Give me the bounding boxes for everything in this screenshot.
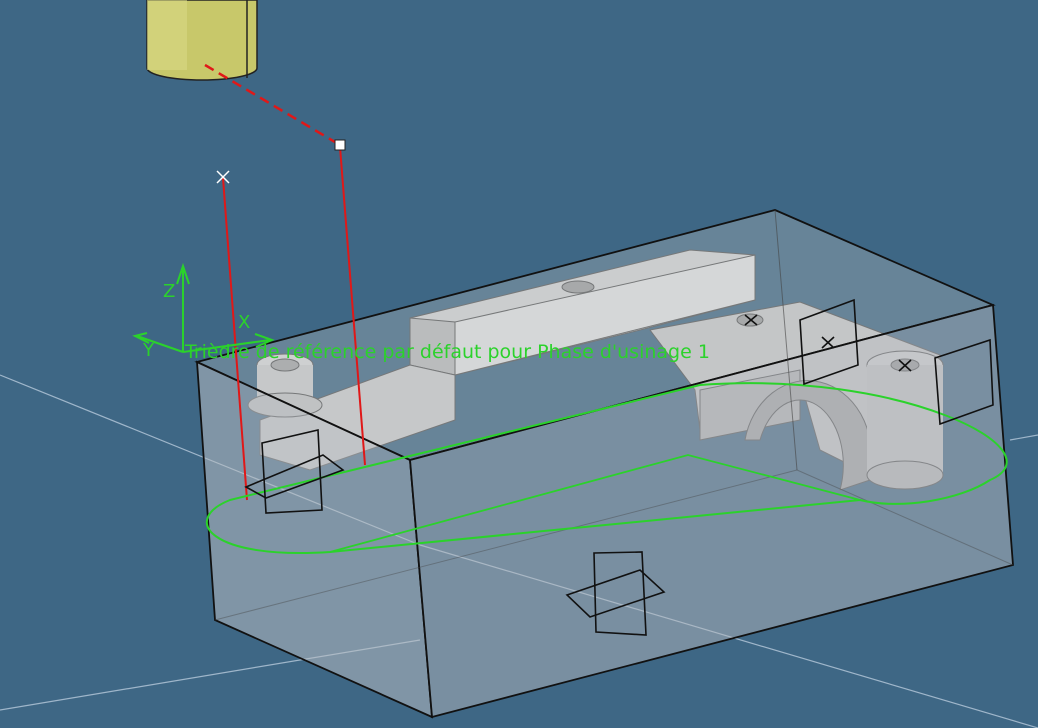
approach-dashed-line <box>204 63 341 147</box>
axis-system[interactable] <box>132 262 275 353</box>
3d-viewport[interactable]: Z X Y Trièdre de référence par défaut po… <box>0 0 1038 728</box>
reference-triad-label: Trièdre de référence par défaut pour Pha… <box>184 341 710 363</box>
start-point-icon[interactable] <box>334 139 346 151</box>
axis-y-label: Y <box>142 340 155 361</box>
axis-z-label: Z <box>163 281 175 302</box>
axis-x-label: X <box>238 312 250 333</box>
tool-holder-icon[interactable] <box>146 0 258 81</box>
